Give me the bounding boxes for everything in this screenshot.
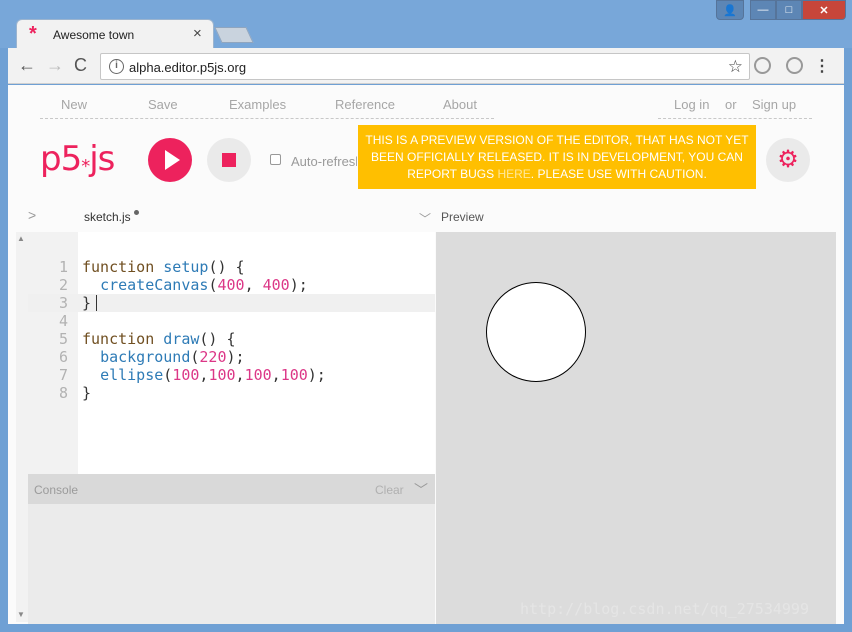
- unsaved-dot-icon: [133, 210, 139, 215]
- code-editor[interactable]: 1 function setup() { 2 createCanvas(400, …: [28, 232, 435, 474]
- nav-login[interactable]: Log in: [674, 97, 709, 112]
- title-bar: * Awesome town × 👤 — □ ✕: [0, 0, 852, 48]
- minimize-button[interactable]: —: [750, 0, 776, 20]
- console-clear-button[interactable]: Clear: [375, 483, 404, 497]
- close-window-button[interactable]: ✕: [802, 0, 846, 20]
- browser-toolbar: ← → C i alpha.editor.p5js.org ☆ ⋮: [8, 48, 844, 84]
- auto-refresh-checkbox[interactable]: [270, 154, 281, 165]
- user-profile-button[interactable]: 👤: [716, 0, 744, 20]
- filename-label: sketch.js: [84, 210, 131, 224]
- report-bugs-link[interactable]: HERE: [497, 167, 530, 181]
- browser-menu-icon[interactable]: ⋮: [814, 56, 830, 76]
- sidebar-toggle-chevron-icon[interactable]: >: [28, 207, 36, 223]
- preview-collapse-chevron-icon[interactable]: ﹀: [419, 210, 431, 227]
- reload-icon[interactable]: C: [74, 56, 87, 74]
- tab-close-icon[interactable]: ×: [193, 25, 202, 42]
- scroll-down-arrow-icon[interactable]: ▼: [17, 610, 25, 619]
- nav-about[interactable]: About: [443, 97, 477, 112]
- console-title: Console: [34, 483, 79, 497]
- nav-reference[interactable]: Reference: [335, 97, 395, 112]
- nav-divider: [658, 118, 812, 119]
- maximize-button[interactable]: □: [776, 0, 802, 20]
- new-tab-button[interactable]: [214, 27, 254, 43]
- extension-icon[interactable]: [786, 57, 803, 74]
- logo-p5: p5: [40, 139, 82, 179]
- editor-scrollbar[interactable]: [16, 232, 28, 622]
- sketch-ellipse: [486, 282, 586, 382]
- nav-divider: [40, 118, 494, 119]
- play-button[interactable]: [148, 138, 192, 182]
- gear-icon: ⚙: [777, 146, 799, 173]
- nav-save[interactable]: Save: [148, 97, 178, 112]
- forward-arrow-icon[interactable]: →: [46, 56, 64, 74]
- text-cursor: [96, 295, 98, 311]
- nav-examples[interactable]: Examples: [229, 97, 286, 112]
- console-output: [28, 504, 435, 624]
- logo-js: js: [89, 139, 115, 179]
- back-arrow-icon[interactable]: ←: [18, 56, 36, 74]
- browser-tab[interactable]: * Awesome town ×: [16, 19, 214, 48]
- settings-gear-button[interactable]: ⚙: [766, 138, 810, 182]
- nav-new[interactable]: New: [61, 97, 87, 112]
- p5-editor-page: New Save Examples Reference About Log in…: [8, 85, 844, 624]
- auto-refresh-label: Auto-refresh: [291, 154, 357, 169]
- preview-canvas[interactable]: [436, 232, 836, 624]
- p5-favicon-icon: *: [29, 23, 37, 45]
- preview-label: Preview: [441, 210, 484, 224]
- stop-button[interactable]: [207, 138, 251, 182]
- browser-window: * Awesome town × 👤 — □ ✕ ← → C i alpha.e…: [0, 0, 852, 632]
- console-collapse-chevron-icon[interactable]: ﹀: [414, 480, 428, 500]
- address-bar[interactable]: i alpha.editor.p5js.org ☆: [100, 53, 750, 80]
- preview-warning-banner: THIS IS A PREVIEW VERSION OF THE EDITOR,…: [358, 125, 756, 189]
- user-icon: 👤: [723, 4, 737, 17]
- extension-icon[interactable]: [754, 57, 771, 74]
- watermark-text: http://blog.csdn.net/qq_27534999: [520, 600, 809, 618]
- scroll-up-arrow-icon[interactable]: ▲: [17, 234, 25, 243]
- file-tab[interactable]: sketch.js: [84, 210, 139, 224]
- nav-or: or: [725, 97, 737, 112]
- info-icon[interactable]: i: [109, 59, 124, 74]
- console-header[interactable]: Console Clear ﹀: [28, 474, 435, 504]
- tab-title: Awesome town: [53, 28, 135, 42]
- banner-text-end: . PLEASE USE WITH CAUTION.: [530, 167, 707, 181]
- bookmark-star-icon[interactable]: ☆: [728, 57, 743, 77]
- nav-signup[interactable]: Sign up: [752, 97, 796, 112]
- p5js-logo: p5*js: [40, 139, 115, 179]
- url-text[interactable]: alpha.editor.p5js.org: [129, 60, 246, 75]
